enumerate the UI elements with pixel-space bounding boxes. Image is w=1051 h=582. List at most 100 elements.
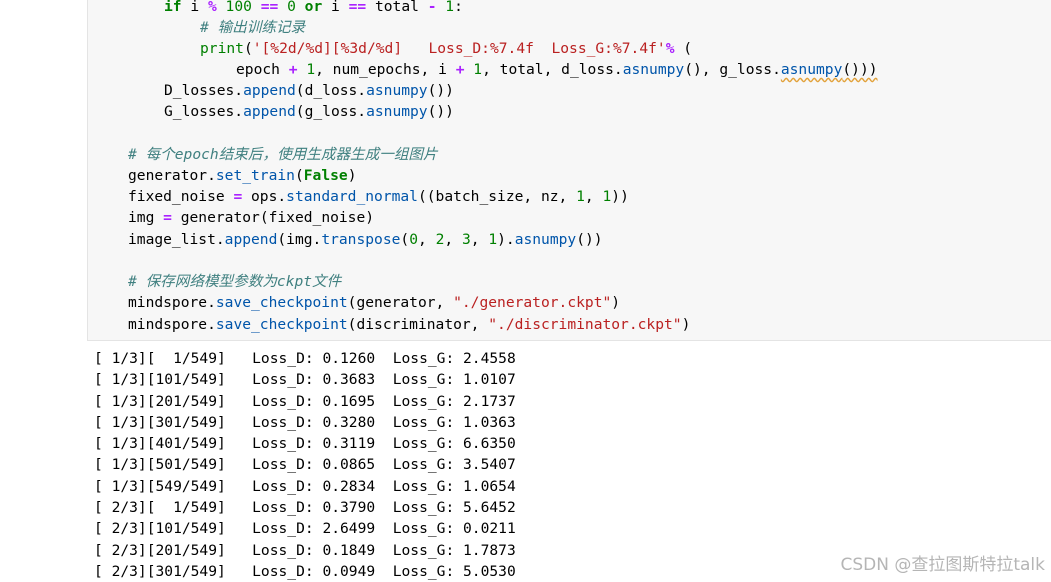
code-token: generator. (128, 167, 216, 184)
output-line: [ 2/3][ 1/549] Loss_D: 0.3790 Loss_G: 5.… (94, 499, 516, 517)
code-line-fixed-noise: fixed_noise = ops.standard_normal((batch… (128, 186, 629, 207)
code-token: i (322, 0, 349, 15)
method-save-checkpoint: save_checkpoint (215, 316, 348, 333)
code-token: img (128, 209, 164, 226)
method-asnumpy: asnumpy (366, 103, 428, 120)
output-line: [ 2/3][101/549] Loss_D: 2.6499 Loss_G: 0… (94, 520, 516, 538)
code-line-set-train: generator.set_train(False) (128, 165, 356, 186)
method-set-train: set_train (215, 167, 295, 184)
output-line: [ 1/3][401/549] Loss_D: 0.3119 Loss_G: 6… (94, 435, 516, 453)
method-standard-normal: standard_normal (286, 188, 418, 205)
output-line: [ 1/3][501/549] Loss_D: 0.0865 Loss_G: 3… (94, 456, 516, 474)
code-line-g-losses: G_losses.append(g_loss.asnumpy()) (164, 101, 454, 122)
number: 1 (473, 61, 483, 78)
code-token: (discriminator, (347, 316, 489, 333)
code-line-save-generator: mindspore.save_checkpoint(generator, "./… (128, 292, 620, 313)
operator-eq: == (260, 0, 279, 15)
code-token: image_list. (128, 231, 225, 248)
keyword-if: if (164, 0, 182, 15)
code-token: (img. (277, 231, 322, 248)
method-append: append (224, 231, 278, 248)
code-token: ()) (576, 231, 603, 248)
code-token: ()) (427, 103, 454, 120)
code-token: D_losses. (164, 82, 244, 99)
code-token: mindspore. (128, 316, 216, 333)
operator-eq: == (348, 0, 367, 15)
code-token: total (366, 0, 428, 15)
code-line-print: print('[%2d/%d][%3d/%d] Loss_D:%7.4f Los… (200, 40, 693, 57)
code-token: , (444, 231, 462, 248)
code-token: ( (400, 231, 410, 248)
number: 1 (306, 61, 316, 78)
method-asnumpy: asnumpy (366, 82, 428, 99)
code-token: i (181, 0, 208, 15)
output-line: [ 1/3][201/549] Loss_D: 0.1695 Loss_G: 2… (94, 392, 516, 410)
comment-ckpt: # 保存网络模型参数为ckpt文件 (128, 273, 342, 290)
operator-plus: + (288, 61, 298, 78)
code-token: ). (497, 231, 515, 248)
number: 0 (409, 231, 418, 248)
keyword-false: False (303, 167, 348, 184)
code-line-save-discriminator: mindspore.save_checkpoint(discriminator,… (128, 314, 690, 335)
comment-train-log: # 输出训练记录 (200, 19, 306, 36)
operator-plus: + (455, 61, 465, 78)
method-asnumpy: asnumpy (780, 61, 843, 78)
code-token: ops. (242, 188, 287, 205)
method-transpose: transpose (321, 231, 401, 248)
code-token: , num_epochs, i (315, 61, 456, 78)
code-token: , (470, 231, 489, 248)
operator-assign: = (163, 209, 172, 226)
code-line-d-losses: D_losses.append(d_loss.asnumpy()) (164, 80, 454, 101)
number: 1 (602, 188, 612, 205)
watermark: CSDN @查拉图斯特拉talk (840, 555, 1045, 575)
code-token: )) (611, 188, 629, 205)
code-line-image-list: image_list.append(img.transpose(0, 2, 3,… (128, 229, 603, 250)
code-token: mindspore. (128, 294, 216, 311)
code-token: : (454, 0, 463, 15)
string-path: "./generator.ckpt" (453, 294, 612, 311)
code-token: ) (681, 316, 691, 333)
output-line: [ 1/3][549/549] Loss_D: 0.2834 Loss_G: 1… (94, 477, 516, 495)
method-asnumpy: asnumpy (622, 61, 685, 78)
number: 0 (287, 0, 296, 15)
code-token: ()) (427, 82, 454, 99)
number: 1 (488, 231, 498, 248)
code-token: fixed_noise (128, 188, 234, 205)
keyword-or: or (304, 0, 323, 15)
code-token: (g_loss. (295, 103, 367, 120)
code-token: ) (611, 294, 621, 311)
output-line: [ 1/3][ 1/549] Loss_D: 0.1260 Loss_G: 2.… (94, 350, 516, 367)
method-asnumpy: asnumpy (514, 231, 577, 248)
code-token: (generator, (347, 294, 454, 311)
method-append: append (243, 103, 296, 120)
code-token: , (417, 231, 436, 248)
number: 100 (225, 0, 252, 15)
code-token: ( (243, 40, 253, 57)
number: 1 (576, 188, 585, 205)
code-token: ) (347, 167, 357, 184)
code-line-print-args: epoch + 1, num_epochs, i + 1, total, d_l… (236, 59, 878, 80)
operator-mod: % (207, 0, 217, 15)
number: 3 (461, 231, 471, 248)
format-string: '[%2d/%d][%3d/%d] Loss_D:%7.4f Loss_G:%7… (252, 40, 666, 57)
code-token: ( (294, 167, 304, 184)
code-token: generator(fixed_noise) (171, 209, 375, 226)
code-line-img: img = generator(fixed_noise) (128, 207, 374, 228)
method-append: append (243, 82, 296, 99)
code-token: (d_loss. (295, 82, 367, 99)
output-line: [ 1/3][101/549] Loss_D: 0.3683 Loss_G: 1… (94, 371, 516, 389)
code-token: epoch (236, 61, 289, 78)
code-token: (), g_loss. (684, 61, 781, 78)
number: 1 (445, 0, 455, 15)
code-token: , total, d_loss. (482, 61, 623, 78)
code-token: ((batch_size, nz, (417, 188, 577, 205)
code-token: , (584, 188, 603, 205)
comment-epoch: # 每个epoch结束后，使用生成器生成一组图片 (128, 146, 438, 163)
code-token: ())) (842, 61, 878, 78)
output-line: [ 1/3][301/549] Loss_D: 0.3280 Loss_G: 1… (94, 413, 516, 431)
